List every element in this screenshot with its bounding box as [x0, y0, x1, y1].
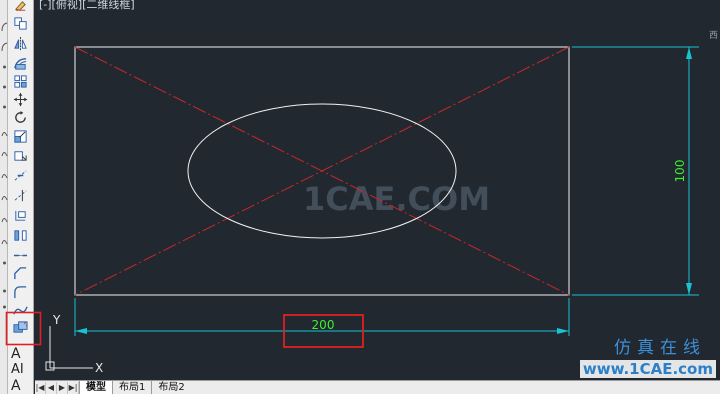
- explode-icon[interactable]: [9, 318, 32, 336]
- dimension-horizontal[interactable]: 200: [74, 298, 570, 336]
- ucs-x-label: X: [95, 361, 103, 375]
- offset-icon[interactable]: [9, 54, 32, 72]
- arc-stub-icon[interactable]: [0, 146, 8, 160]
- arc-stub-icon[interactable]: [0, 168, 8, 182]
- mirror-icon[interactable]: [9, 34, 32, 52]
- arc-stub-icon[interactable]: [0, 234, 8, 248]
- scale-icon[interactable]: [9, 127, 32, 145]
- array-icon[interactable]: [9, 72, 32, 90]
- chamfer-icon[interactable]: [9, 264, 32, 282]
- arc-stub-icon[interactable]: [0, 126, 8, 140]
- point-stub-icon[interactable]: [0, 256, 8, 270]
- join-icon[interactable]: [9, 246, 32, 264]
- dimension-horizontal-text: 200: [312, 318, 335, 332]
- copy-icon[interactable]: [9, 14, 32, 32]
- ucs-y-label: Y: [52, 313, 61, 327]
- tab-layout2[interactable]: 布局2: [151, 381, 190, 394]
- point-stub-icon[interactable]: [0, 60, 8, 74]
- tab-first-button[interactable]: |◀: [35, 381, 46, 394]
- move-icon[interactable]: [9, 90, 32, 108]
- multiline-text-tool[interactable]: A: [11, 346, 21, 362]
- point-stub-icon[interactable]: [0, 300, 8, 314]
- stretch-icon[interactable]: [9, 146, 32, 164]
- single-line-text-tool[interactable]: AI: [11, 362, 24, 378]
- modify-toolbar: A AI A: [8, 0, 34, 394]
- drawing-viewport[interactable]: [-][俯视][二维线框] 西 1CAE.COM 200 100 Y X 仿真在…: [35, 0, 720, 380]
- blend-curves-icon[interactable]: [9, 301, 32, 319]
- trim-icon[interactable]: [9, 166, 32, 184]
- point-stub-icon[interactable]: [0, 80, 8, 94]
- arc-stub-icon[interactable]: [0, 190, 8, 204]
- tab-next-button[interactable]: ▶: [57, 381, 68, 394]
- tab-prev-button[interactable]: ◀: [46, 381, 57, 394]
- tab-last-button[interactable]: ▶|: [68, 381, 79, 394]
- point-stub-icon[interactable]: [0, 284, 8, 298]
- break-at-point-icon[interactable]: [9, 206, 32, 224]
- rotate-icon[interactable]: [9, 108, 32, 126]
- dimension-vertical[interactable]: 100: [572, 46, 699, 296]
- site-logo-url: www.1CAE.com: [579, 360, 716, 378]
- fillet-icon[interactable]: [9, 283, 32, 301]
- tab-layout1[interactable]: 布局1: [112, 381, 151, 394]
- dimension-vertical-text: 100: [673, 160, 687, 183]
- fillet-stub-icon[interactable]: [0, 40, 8, 54]
- erase-icon[interactable]: [9, 0, 32, 14]
- toolbar-strip-left: [0, 0, 8, 394]
- arc-stub-icon[interactable]: [0, 212, 8, 226]
- fillet-stub-icon[interactable]: [0, 20, 8, 34]
- layout-tab-bar: |◀ ◀ ▶ ▶| 模型 布局1 布局2: [35, 380, 720, 394]
- drawing-canvas[interactable]: 200 100 Y X: [35, 0, 720, 380]
- break-icon[interactable]: [9, 226, 32, 244]
- text-style-tool[interactable]: A: [11, 378, 21, 394]
- point-stub-icon[interactable]: [0, 100, 8, 114]
- site-logo-text: 仿真在线: [614, 338, 706, 358]
- tab-model[interactable]: 模型: [79, 381, 112, 394]
- extend-icon[interactable]: [9, 186, 32, 204]
